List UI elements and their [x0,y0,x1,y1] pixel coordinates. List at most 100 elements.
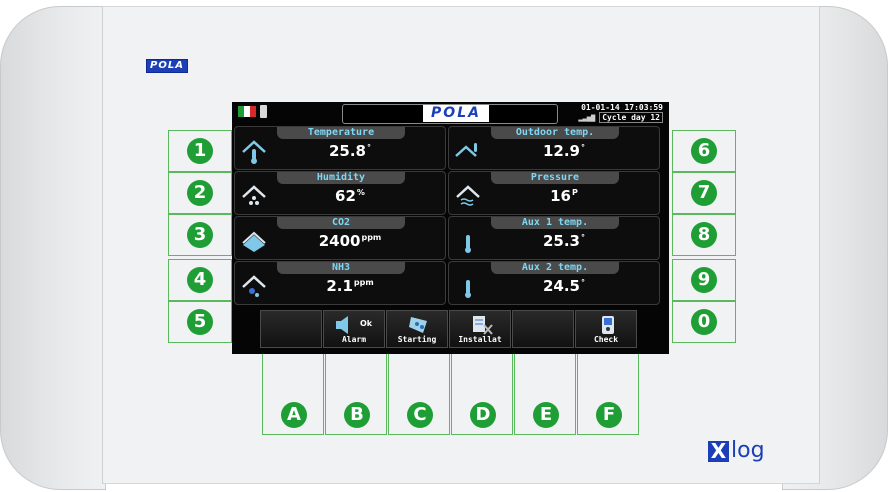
softkey-check[interactable]: Check [575,310,637,348]
outdoor-house-icon [455,143,477,157]
softkey-starting[interactable]: Starting [386,310,448,348]
left-bezel [0,6,106,490]
key-2[interactable]: 2 [168,172,232,214]
co2-house-icon [242,231,266,252]
screen-title: POLA [423,105,489,122]
key-2-label: 2 [187,180,213,206]
key-6[interactable]: 6 [672,130,736,172]
key-0[interactable]: 0 [672,301,736,343]
softkey-label: Starting [397,335,437,344]
key-0-label: 0 [691,309,717,335]
humidity-house-icon [242,185,266,205]
key-8[interactable]: 8 [672,214,736,256]
cycle-day: Cycle day 12 [599,112,663,123]
language-flag-icon[interactable] [238,106,256,117]
tile-value: 2.1ppm [295,277,405,295]
tile-aux1-temp[interactable]: Aux 1 temp. 25.3° [448,216,660,260]
tile-value: 16P [509,187,619,205]
tile-temperature[interactable]: Temperature 25.8° [234,126,446,170]
nh3-house-icon [242,275,266,297]
tile-label: Temperature [277,127,405,139]
value-number: 12.9 [542,142,580,160]
key-7[interactable]: 7 [672,172,736,214]
signal-icon: ▂▃▅▇ [578,114,596,122]
tile-label: Pressure [491,172,619,184]
key-5[interactable]: 5 [168,301,232,343]
tile-label: Humidity [277,172,405,184]
tile-humidity[interactable]: Humidity 62% [234,171,446,215]
xlog-mark: X [708,440,729,462]
pressure-house-icon [456,185,480,206]
tile-label: Aux 1 temp. [491,217,619,229]
chicks-icon [409,317,427,333]
value-number: 25.8 [328,142,366,160]
softkey-a[interactable] [260,310,322,348]
value-number: 2.1 [326,277,353,295]
title-frame: POLA [342,104,558,124]
value-unit: % [356,188,365,197]
key-e-label: E [533,402,559,428]
speaker-icon [336,316,348,334]
key-9-label: 9 [691,267,717,293]
date-time-block: 01-01-14 17:03:59 ▂▃▅▇ Cycle day 12 [578,103,663,123]
key-1[interactable]: 1 [168,130,232,172]
tile-value: 25.3° [509,232,619,250]
value-unit: ppm [361,233,382,242]
value-number: 16 [550,187,571,205]
thermometer-house-icon [242,140,266,164]
key-b-label: B [344,402,370,428]
key-3[interactable]: 3 [168,214,232,256]
key-7-label: 7 [691,180,717,206]
tile-value: 12.9° [509,142,619,160]
value-unit: ppm [353,278,374,287]
key-9[interactable]: 9 [672,259,736,301]
tile-outdoor-temp[interactable]: Outdoor temp. 12.9° [448,126,660,170]
tile-label: Outdoor temp. [491,127,619,139]
tile-pressure[interactable]: Pressure 16P [448,171,660,215]
value-unit: ° [367,143,371,152]
tile-value: 2400ppm [295,232,405,250]
value-number: 24.5 [542,277,580,295]
usb-memory-icon [260,105,267,118]
key-6-label: 6 [691,138,717,164]
key-4-label: 4 [187,267,213,293]
controller-device: POLA 1 2 3 4 5 6 7 8 9 0 A B C D E F POL… [0,0,888,492]
tile-nh3[interactable]: NH3 2.1ppm [234,261,446,305]
softkey-label: Installat [458,335,502,344]
thermometer-icon [465,235,471,253]
xlog-text: log [731,438,765,463]
xlog-logo: X log [708,440,765,462]
key-8-label: 8 [691,222,717,248]
display-screen: POLA 01-01-14 17:03:59 ▂▃▅▇ Cycle day 12 … [232,102,669,354]
value-number: 62 [335,187,356,205]
key-f-label: F [596,402,622,428]
softkey-label: Alarm [341,335,367,344]
tile-value: 24.5° [509,277,619,295]
tile-label: Aux 2 temp. [491,262,619,274]
softkey-label: Check [593,335,619,344]
key-3-label: 3 [187,222,213,248]
installation-icon [473,316,493,335]
key-4[interactable]: 4 [168,259,232,301]
key-c-label: C [407,402,433,428]
softkey-e[interactable] [512,310,574,348]
key-1-label: 1 [187,138,213,164]
key-a-label: A [281,402,307,428]
value-unit: ° [581,233,585,242]
tile-label: CO2 [277,217,405,229]
value-unit: ° [581,143,585,152]
tile-co2[interactable]: CO2 2400ppm [234,216,446,260]
tile-aux2-temp[interactable]: Aux 2 temp. 24.5° [448,261,660,305]
key-d-label: D [470,402,496,428]
status-bar: POLA 01-01-14 17:03:59 ▂▃▅▇ Cycle day 12 [232,102,669,126]
softkey-alarm[interactable]: Ok Alarm [323,310,385,348]
thermometer-icon [465,280,471,298]
datetime-text: 01-01-14 17:03:59 [581,103,663,112]
value-number: 2400 [318,232,361,250]
brand-logo: POLA [146,59,188,73]
value-unit: P [572,188,578,197]
value-unit: ° [581,278,585,287]
softkey-installation[interactable]: Installat [449,310,511,348]
check-device-icon [602,316,614,334]
tile-label: NH3 [277,262,405,274]
